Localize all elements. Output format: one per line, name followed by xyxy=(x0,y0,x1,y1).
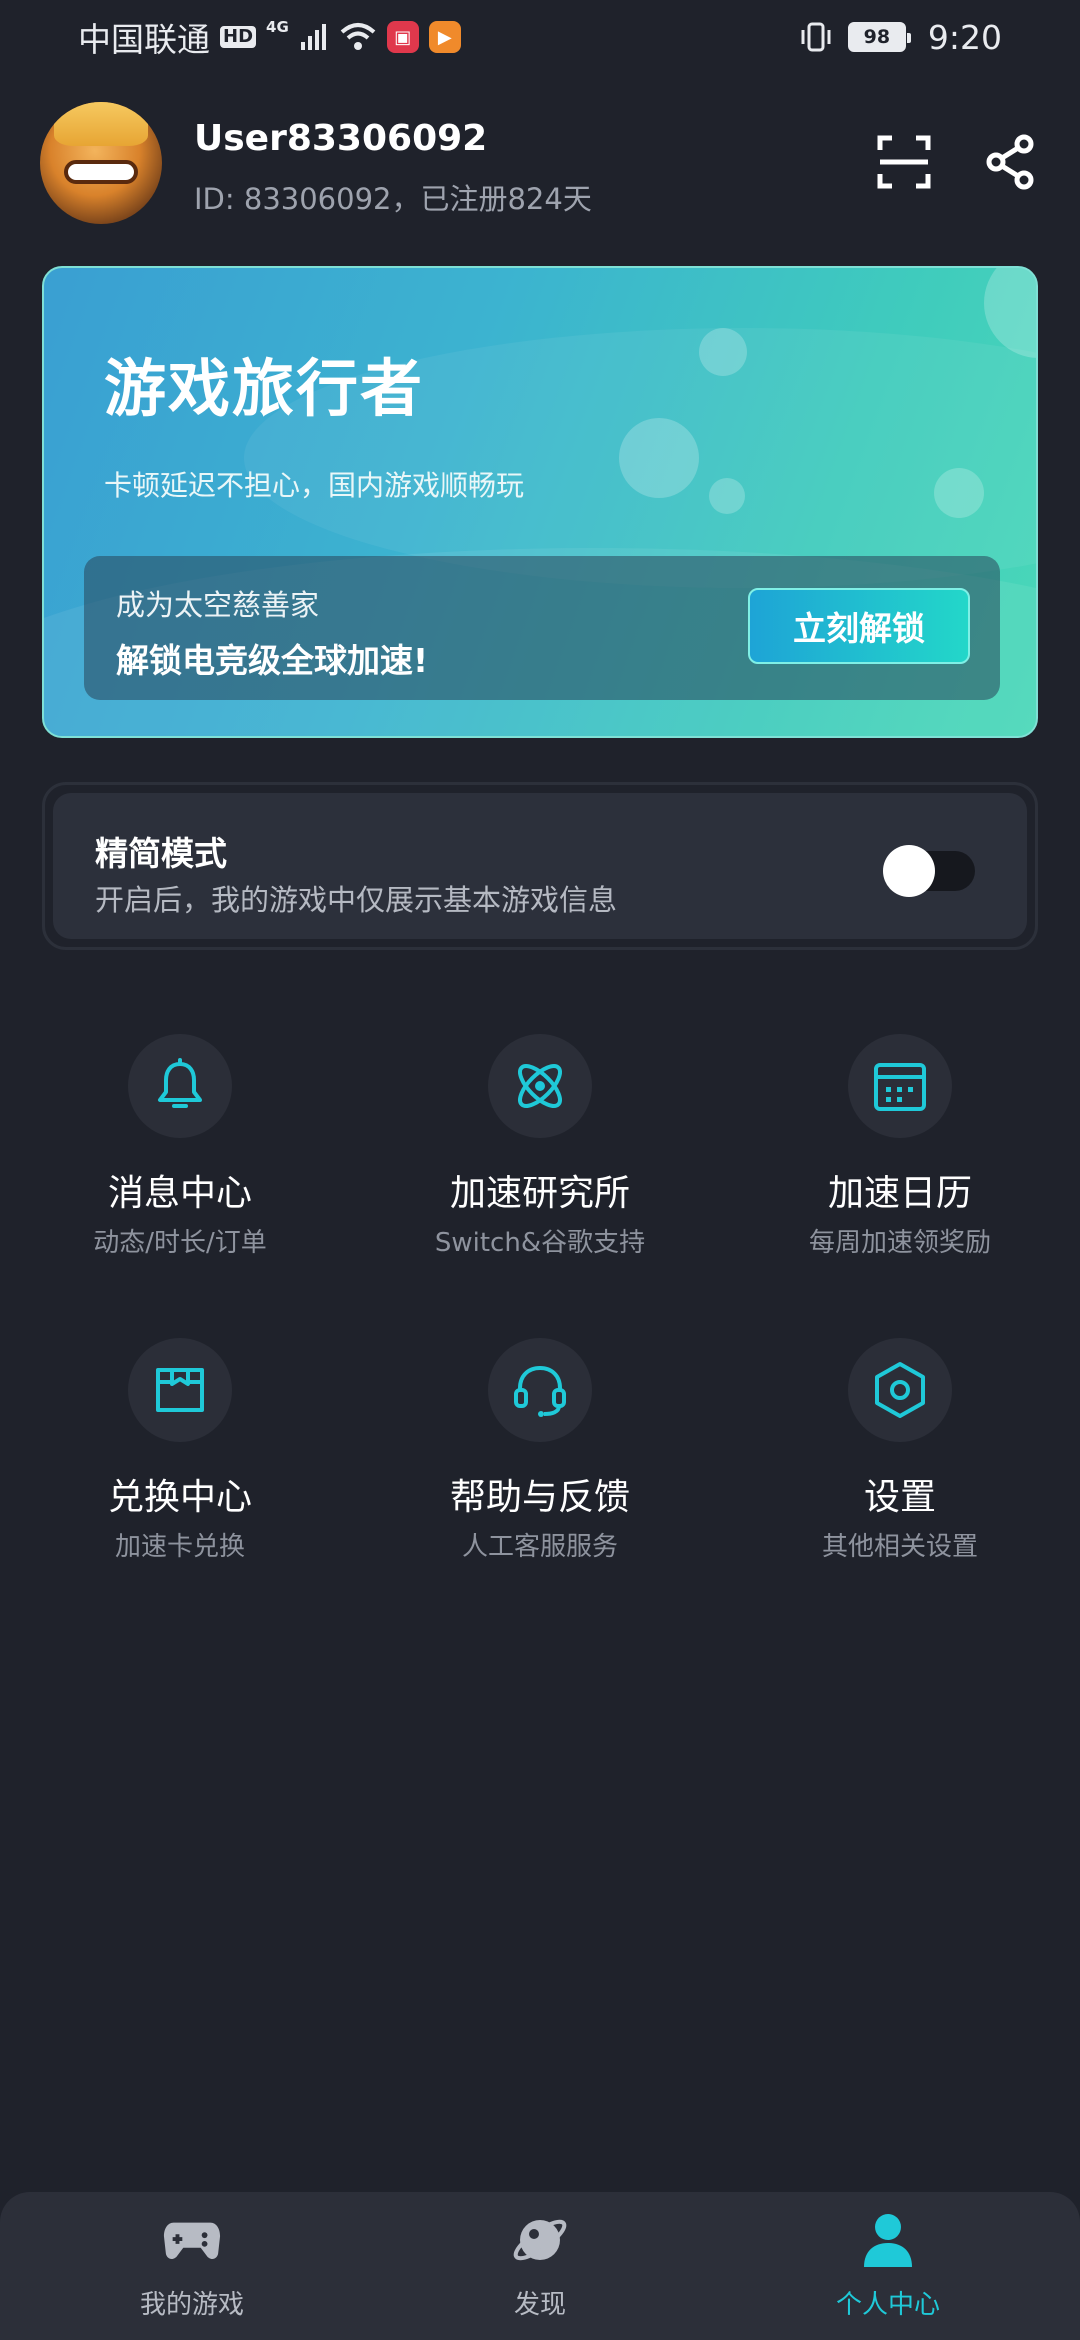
unlock-now-button[interactable]: 立刻解锁 xyxy=(748,588,970,664)
decor-bubble xyxy=(699,328,747,376)
calendar-icon xyxy=(874,1063,926,1111)
simple-mode-description: 开启后，我的游戏中仅展示基本游戏信息 xyxy=(95,883,618,917)
menu-icon-bg xyxy=(848,1338,952,1442)
nav-icon-wrap xyxy=(510,2210,570,2270)
app-notification-icon: ▣ xyxy=(386,21,419,53)
promo-subtitle: 卡顿延迟不担心，国内游戏顺畅玩 xyxy=(104,469,525,502)
menu-subtitle: 其他相关设置 xyxy=(821,1532,978,1562)
nav-label: 发现 xyxy=(513,2290,566,2320)
menu-item-accel-lab[interactable]: 加速研究所 Switch&谷歌支持 xyxy=(360,1034,720,1294)
menu-title: 消息中心 xyxy=(107,1173,252,1214)
menu-icon-bg xyxy=(488,1338,592,1442)
share-button[interactable] xyxy=(980,132,1040,192)
menu-item-accel-calendar[interactable]: 加速日历 每周加速领奖励 xyxy=(720,1034,1080,1294)
menu-icon-bg xyxy=(128,1034,232,1138)
menu-title: 加速研究所 xyxy=(449,1173,630,1214)
menu-icon-bg xyxy=(128,1338,232,1442)
menu-subtitle: Switch&谷歌支持 xyxy=(434,1228,646,1258)
simple-mode-toggle[interactable] xyxy=(883,845,975,897)
signal-icon xyxy=(300,24,326,50)
headset-icon xyxy=(514,1365,566,1417)
decor-bubble xyxy=(709,478,745,514)
menu-item-settings[interactable]: 设置 其他相关设置 xyxy=(720,1338,1080,1598)
status-bar: 中国联通 HD 4G ▣ ▶ 98 9:20 xyxy=(0,0,1080,74)
network-type: 4G xyxy=(266,18,289,36)
simple-mode-inner: 精简模式 开启后，我的游戏中仅展示基本游戏信息 xyxy=(53,793,1027,939)
avatar-mouth-shape xyxy=(64,160,138,184)
wifi-icon xyxy=(340,23,376,50)
menu-icon-bg xyxy=(848,1034,952,1138)
nav-tab-discover[interactable]: 发现 xyxy=(360,2192,720,2340)
carrier-label: 中国联通 xyxy=(78,20,210,59)
promo-unlock-panel: 成为太空慈善家 解锁电竞级全球加速! 立刻解锁 xyxy=(84,556,1000,700)
video-app-icon: ▶ xyxy=(428,21,461,53)
menu-icon-bg xyxy=(488,1034,592,1138)
nav-label: 个人中心 xyxy=(835,2290,940,2320)
avatar-hat-shape xyxy=(54,102,148,146)
menu-item-message-center[interactable]: 消息中心 动态/时长/订单 xyxy=(0,1034,360,1294)
menu-title: 加速日历 xyxy=(827,1173,972,1214)
atom-icon xyxy=(518,1064,562,1108)
hd-badge: HD xyxy=(220,26,257,48)
promo-title: 游戏旅行者 xyxy=(104,352,425,425)
bottom-navigation: 我的游戏 发现 个人中心 xyxy=(0,2192,1080,2340)
planet-icon xyxy=(513,2219,567,2261)
vibrate-icon xyxy=(801,22,831,52)
user-meta: ID: 83306092，已注册824天 xyxy=(194,182,592,216)
simple-mode-title: 精简模式 xyxy=(95,834,227,873)
gamepad-icon xyxy=(163,2222,221,2259)
simple-mode-card: 精简模式 开启后，我的游戏中仅展示基本游戏信息 xyxy=(42,782,1038,950)
promo-line2: 解锁电竞级全球加速! xyxy=(116,641,429,680)
menu-title: 帮助与反馈 xyxy=(449,1477,630,1518)
menu-subtitle: 人工客服服务 xyxy=(461,1532,618,1562)
scan-button[interactable] xyxy=(874,132,934,192)
status-left: 中国联通 HD 4G ▣ ▶ xyxy=(78,14,461,60)
scan-icon xyxy=(877,135,931,189)
nav-icon-wrap xyxy=(162,2210,222,2270)
gift-box-icon xyxy=(156,1368,204,1412)
username: User83306092 xyxy=(194,118,488,159)
share-icon xyxy=(986,134,1034,190)
toggle-knob xyxy=(883,845,935,897)
nav-tab-my-games[interactable]: 我的游戏 xyxy=(12,2192,372,2340)
menu-title: 兑换中心 xyxy=(107,1477,252,1518)
status-right: 98 9:20 xyxy=(798,14,1002,60)
clock: 9:20 xyxy=(927,17,1002,57)
nav-label: 我的游戏 xyxy=(139,2290,244,2320)
menu-item-redeem-center[interactable]: 兑换中心 加速卡兑换 xyxy=(0,1338,360,1598)
menu-subtitle: 加速卡兑换 xyxy=(114,1532,245,1562)
person-icon xyxy=(864,2214,912,2267)
bell-icon xyxy=(158,1058,202,1108)
battery-indicator: 98 xyxy=(847,22,911,52)
decor-bubble xyxy=(619,418,699,498)
promo-line1: 成为太空慈善家 xyxy=(116,588,320,622)
nav-icon-wrap xyxy=(858,2210,918,2270)
menu-title: 设置 xyxy=(863,1477,936,1518)
avatar[interactable] xyxy=(40,102,162,224)
profile-header: User83306092 ID: 83306092，已注册824天 xyxy=(40,102,1040,224)
nav-tab-personal-center[interactable]: 个人中心 xyxy=(708,2192,1068,2340)
hexagon-nut-icon xyxy=(875,1362,925,1418)
decor-bubble xyxy=(934,468,984,518)
menu-item-help-feedback[interactable]: 帮助与反馈 人工客服服务 xyxy=(360,1338,720,1598)
menu-subtitle: 每周加速领奖励 xyxy=(808,1228,991,1258)
menu-subtitle: 动态/时长/订单 xyxy=(93,1228,267,1258)
membership-promo-card[interactable]: 游戏旅行者 卡顿延迟不担心，国内游戏顺畅玩 成为太空慈善家 解锁电竞级全球加速!… xyxy=(42,266,1038,738)
